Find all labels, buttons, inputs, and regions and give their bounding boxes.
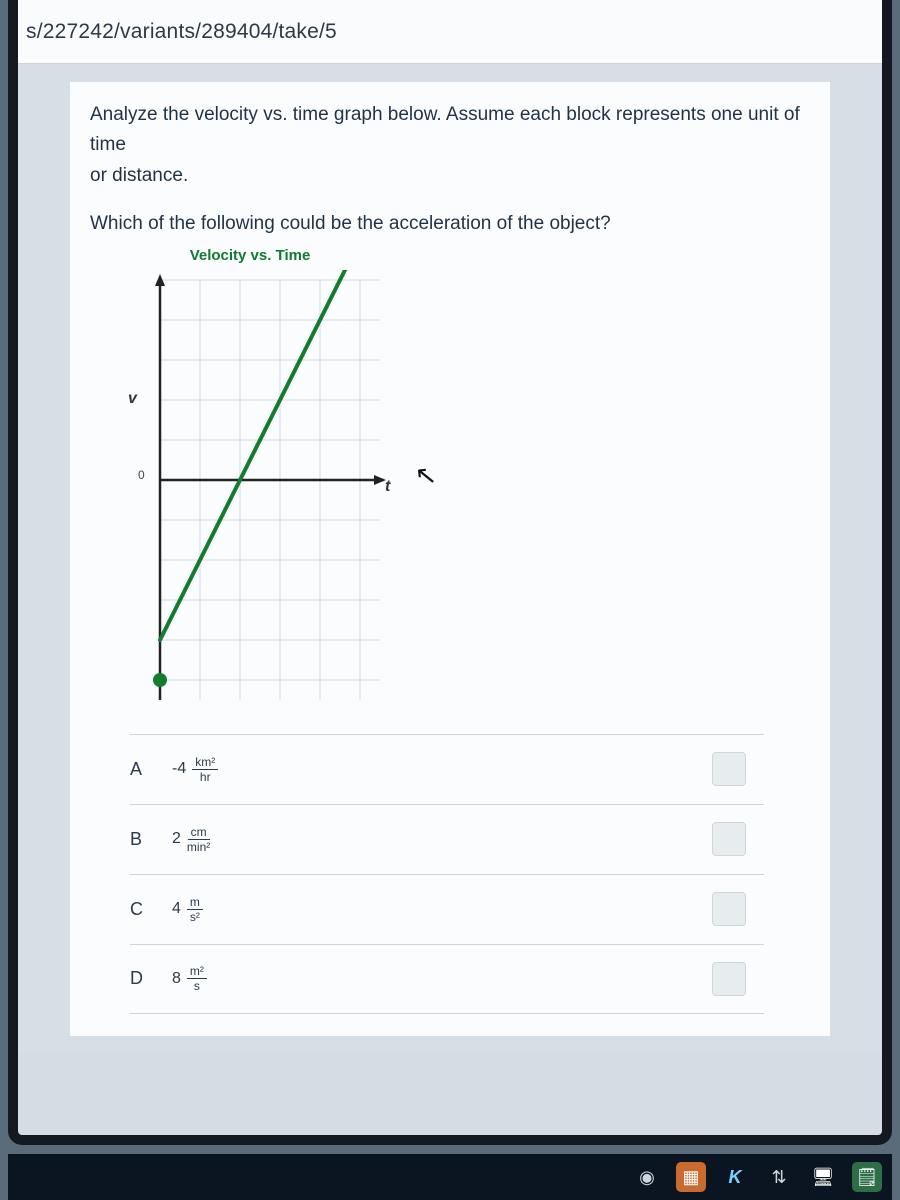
chart-title: Velocity vs. Time xyxy=(130,244,370,268)
record-icon[interactable]: ◉ xyxy=(632,1162,662,1192)
taskbar: ◉ ▦ K ⇅ 🖥 🗒 xyxy=(8,1154,892,1200)
choice-a-radio[interactable] xyxy=(712,752,746,786)
choice-d-value: 8 m² s xyxy=(172,965,712,992)
question-stem: Analyze the velocity vs. time graph belo… xyxy=(90,100,810,191)
choice-b-radio[interactable] xyxy=(712,822,746,856)
url-fragment: s/227242/variants/289404/take/5 xyxy=(26,20,337,44)
chart-svg xyxy=(120,270,410,710)
content-wrap: Analyze the velocity vs. time graph belo… xyxy=(18,64,882,1054)
choice-letter: A xyxy=(130,755,172,784)
y-axis-label: v xyxy=(128,386,137,412)
choice-d-radio[interactable] xyxy=(712,962,746,996)
question-subprompt: Which of the following could be the acce… xyxy=(90,209,810,239)
address-bar[interactable]: s/227242/variants/289404/take/5 xyxy=(18,0,882,64)
k-icon[interactable]: K xyxy=(720,1162,750,1192)
choice-letter: C xyxy=(130,895,172,924)
devices-icon[interactable]: ⇅ xyxy=(764,1162,794,1192)
choice-letter: B xyxy=(130,825,172,854)
note-icon[interactable]: 🗒 xyxy=(852,1162,882,1192)
choice-b-value: 2 cm min² xyxy=(172,826,712,853)
choice-c[interactable]: C 4 m s² xyxy=(130,874,764,944)
screen-panel: s/227242/variants/289404/take/5 Analyze … xyxy=(8,0,892,1145)
stem-line-2: or distance. xyxy=(90,161,810,191)
stem-line-1: Analyze the velocity vs. time graph belo… xyxy=(90,100,810,161)
choice-d[interactable]: D 8 m² s xyxy=(130,944,764,1014)
x-axis-label: t xyxy=(385,474,390,500)
box-icon[interactable]: ▦ xyxy=(676,1162,706,1192)
choice-letter: D xyxy=(130,964,172,993)
question-card: Analyze the velocity vs. time graph belo… xyxy=(70,82,830,1036)
velocity-time-chart: v t 0 ↖ xyxy=(120,270,410,710)
choice-a-value: -4 km² hr xyxy=(172,756,712,783)
cursor-icon: ↖ xyxy=(413,454,439,498)
answer-choices: A -4 km² hr B 2 cm xyxy=(130,734,764,1014)
choice-c-value: 4 m s² xyxy=(172,896,712,923)
choice-c-radio[interactable] xyxy=(712,892,746,926)
choice-b[interactable]: B 2 cm min² xyxy=(130,804,764,874)
monitor-icon[interactable]: 🖥 xyxy=(808,1162,838,1192)
choice-a[interactable]: A -4 km² hr xyxy=(130,734,764,804)
origin-label: 0 xyxy=(138,466,145,485)
